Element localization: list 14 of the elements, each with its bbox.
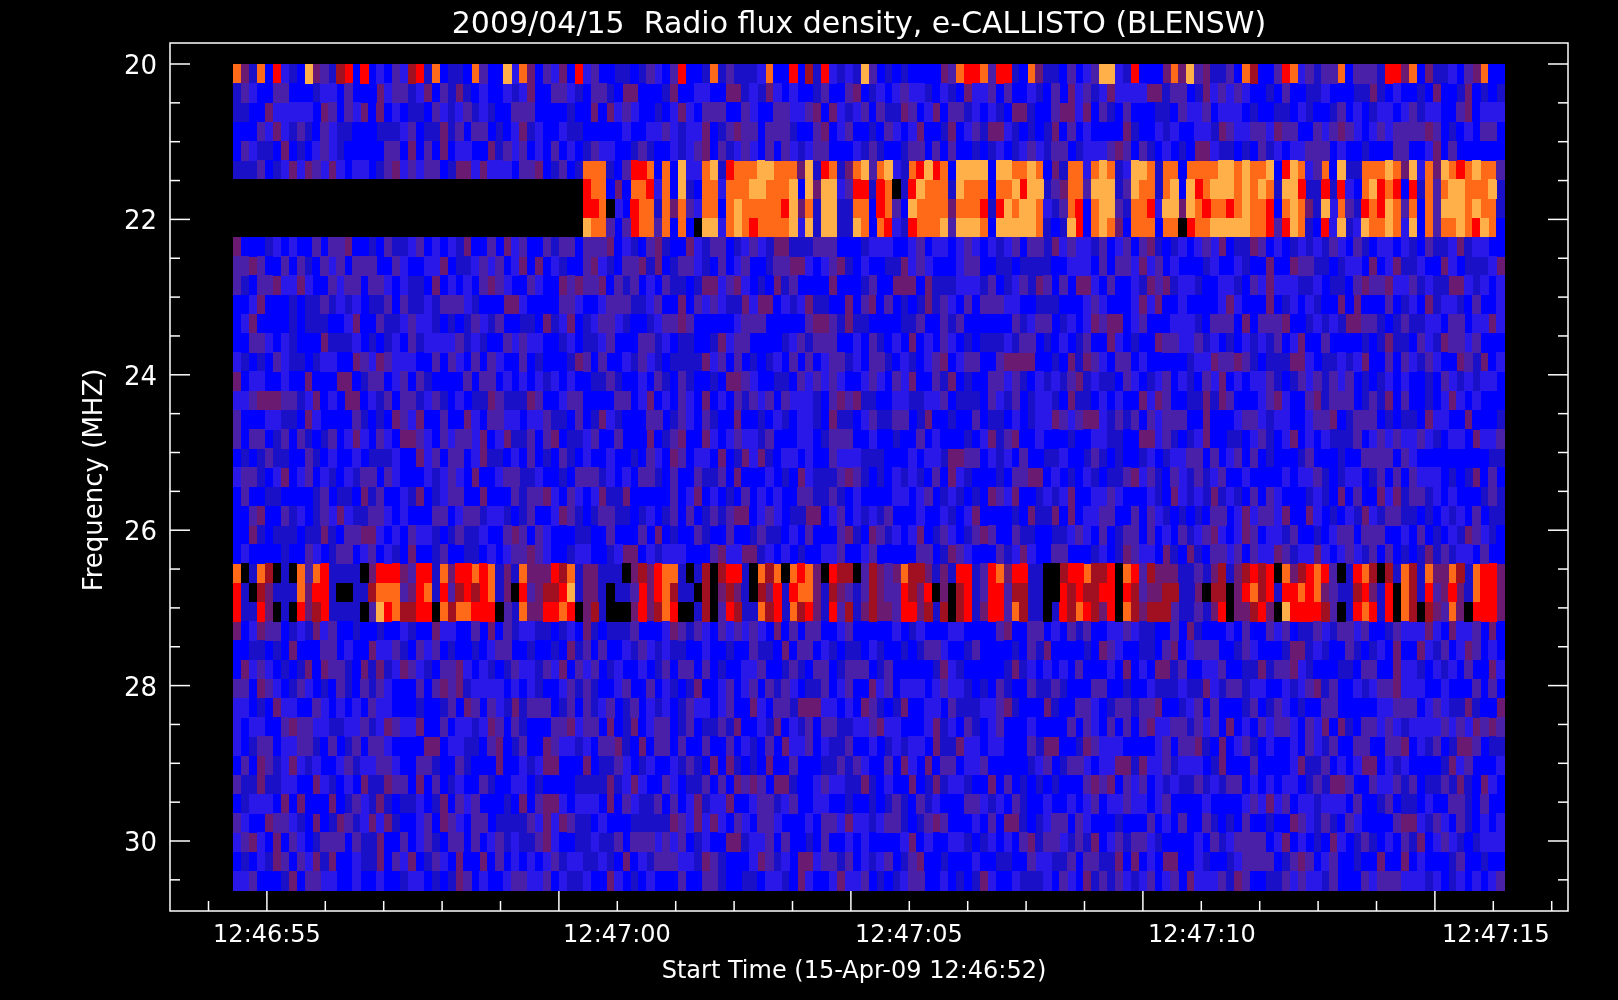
y-tick-label: 24 [123, 360, 157, 391]
x-tick-label: 12:47:10 [1148, 920, 1256, 948]
y-tick-label: 22 [123, 205, 157, 236]
x-tick-label: 12:47:15 [1442, 920, 1550, 948]
y-tick-label: 30 [123, 827, 157, 857]
y-tick-label: 20 [123, 50, 157, 80]
x-tick-label: 12:47:00 [563, 920, 671, 948]
y-axis-label: Frequency (MHZ) [78, 368, 108, 592]
x-tick-label: 12:46:55 [213, 920, 321, 948]
x-tick-label: 12:47:05 [855, 920, 963, 948]
chart-title: 2009/04/15 Radio flux density, e-CALLISTO (BLENSW) [451, 5, 1267, 40]
y-tick-label: 28 [123, 671, 157, 702]
y-tick-label: 26 [123, 516, 157, 547]
x-axis-label: Start Time (15-Apr-09 12:46:52) [661, 956, 1047, 984]
